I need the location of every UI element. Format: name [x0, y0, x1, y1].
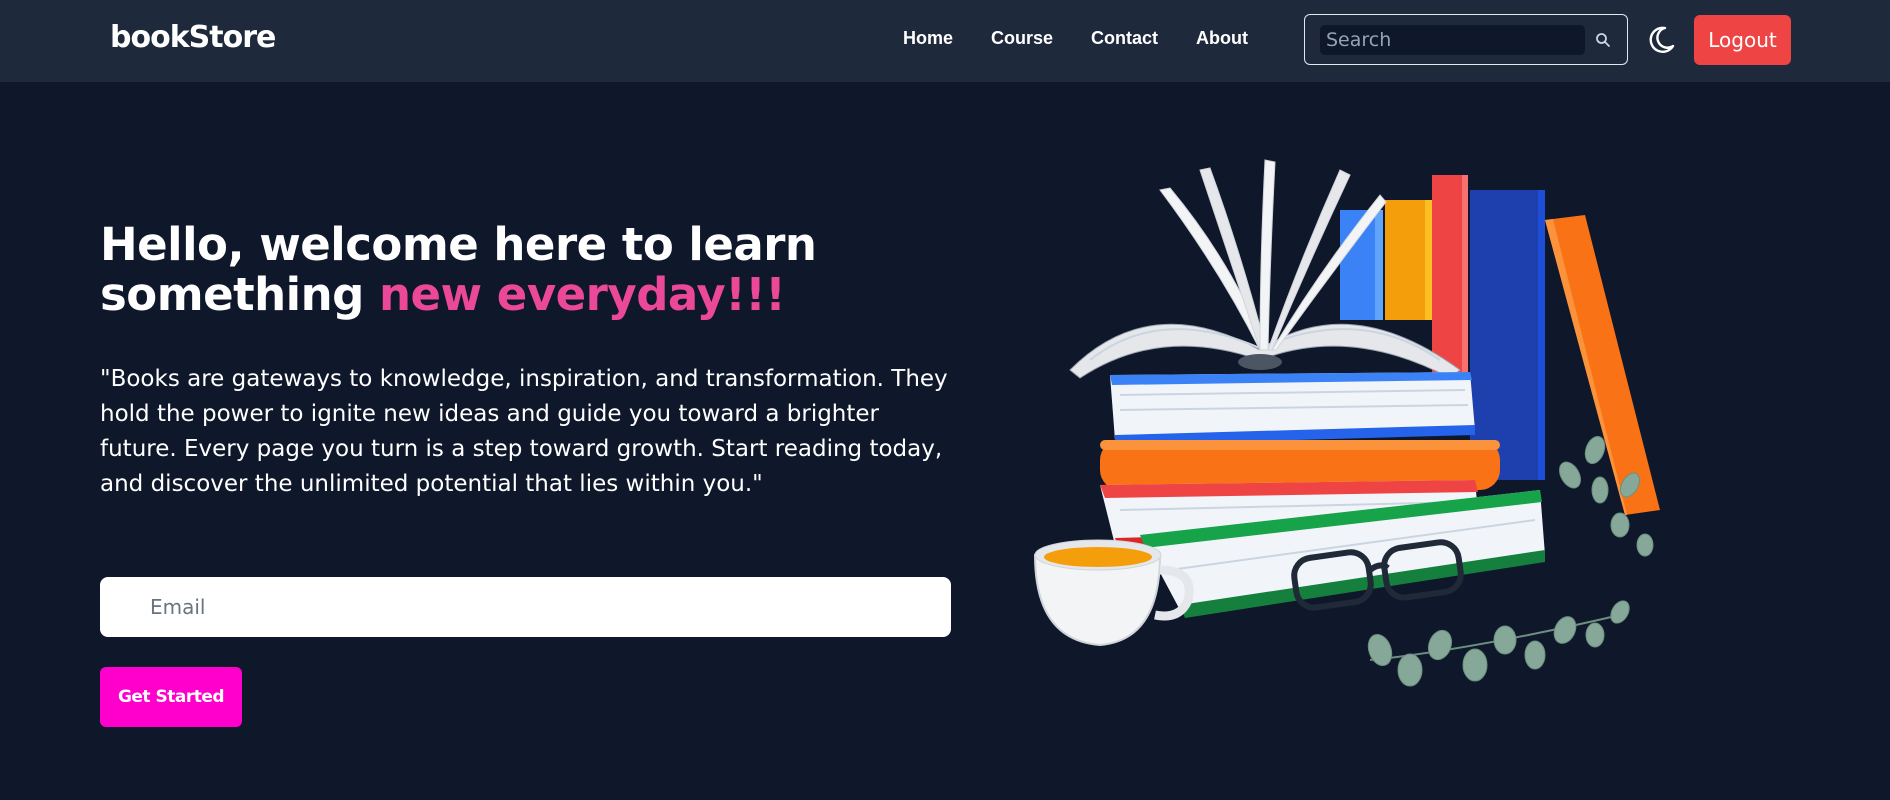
get-started-button[interactable]: Get Started: [100, 667, 242, 727]
hero-title-accent: new everyday!!!: [379, 268, 786, 321]
search-box: [1304, 14, 1628, 65]
nav-link-home[interactable]: Home: [903, 28, 953, 49]
nav-link-about[interactable]: About: [1196, 28, 1248, 49]
navbar: bookStore Home Course Contact About Logo…: [0, 0, 1890, 82]
nav-links: Home Course Contact About: [903, 28, 1286, 49]
hero-title: Hello, welcome here to learn something n…: [100, 220, 900, 320]
hero-title-line2: something: [100, 268, 379, 321]
brand-logo[interactable]: bookStore: [110, 20, 276, 55]
email-field[interactable]: [100, 577, 951, 637]
nav-link-contact[interactable]: Contact: [1091, 28, 1158, 49]
hero-title-line1: Hello, welcome here to learn: [100, 218, 817, 271]
nav-link-course[interactable]: Course: [991, 28, 1053, 49]
logout-button[interactable]: Logout: [1694, 15, 1791, 65]
search-input[interactable]: [1320, 25, 1585, 55]
search-icon[interactable]: [1595, 32, 1611, 48]
moon-icon[interactable]: [1645, 24, 1677, 56]
hero-quote: "Books are gateways to knowledge, inspir…: [100, 366, 948, 497]
books-illustration: [1033, 159, 1660, 687]
leaves-bottom: [1367, 600, 1630, 687]
